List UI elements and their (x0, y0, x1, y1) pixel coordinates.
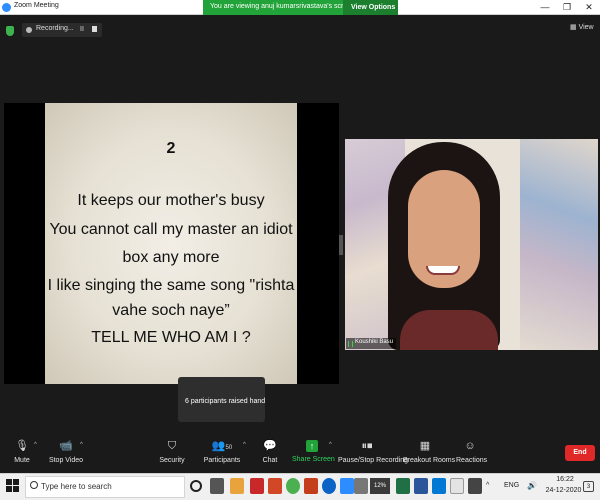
slide-line: vahe soch naye” (112, 302, 230, 319)
taskbar-search-placeholder: Type here to search (41, 482, 112, 491)
pause-stop-recording-button[interactable]: ⏸⏹ Pause/Stop Recording (338, 438, 409, 470)
edge-icon[interactable] (322, 478, 336, 494)
office-icon[interactable] (268, 478, 282, 494)
restore-button[interactable]: ❐ (557, 1, 577, 14)
mute-button[interactable]: 🎙 Mute (8, 438, 36, 470)
zoom-logo-icon (2, 3, 11, 12)
smiley-face-icon: ☺ (464, 440, 476, 452)
raised-hand-tooltip-text: 6 participants raised hand (185, 398, 266, 405)
chat-bubble-icon: 💬 (263, 440, 277, 452)
share-screen-label: Share Screen (292, 456, 335, 463)
window-title: Zoom Meeting (14, 2, 59, 9)
stop-recording-icon[interactable] (92, 26, 97, 32)
pause-stop-icon: ⏸⏹ (361, 440, 373, 452)
grid-view-icon: ▦ (570, 24, 579, 31)
notepad-icon[interactable] (450, 478, 464, 494)
language-indicator[interactable]: ENG (504, 482, 519, 489)
slide-line: box any more (122, 249, 220, 266)
chat-label: Chat (262, 457, 278, 464)
share-screen-arrow-icon: ↑ (306, 440, 318, 452)
mcafee-icon[interactable] (250, 478, 264, 494)
view-button[interactable]: ▦ View (570, 23, 594, 31)
slide-line: You cannot call my master an idiot (49, 221, 293, 238)
slide-line: I like singing the same song "rishta (47, 277, 295, 294)
recording-dot-icon (26, 27, 32, 33)
minimize-button[interactable]: — (535, 1, 555, 14)
search-icon (30, 481, 38, 489)
slide-line: TELL ME WHO AM I ? (91, 329, 251, 346)
powerpoint-icon[interactable] (304, 478, 318, 494)
end-meeting-button[interactable]: End (565, 445, 595, 461)
connection-signal-icon (348, 341, 353, 347)
task-view-icon[interactable] (210, 478, 224, 494)
participant-smile (426, 266, 460, 275)
clock-date[interactable]: 24-12-2020 (541, 487, 586, 494)
close-button[interactable]: ✕ (579, 1, 599, 14)
chat-button[interactable]: 💬 Chat (258, 438, 282, 470)
shield-icon: ⛉ (167, 440, 177, 452)
notifications-icon[interactable]: 3 (583, 481, 594, 492)
security-label: Security (159, 457, 185, 464)
mail-icon[interactable] (432, 478, 446, 494)
wallpaper-right (520, 139, 598, 350)
settings-icon[interactable] (468, 478, 482, 494)
participants-icon: 👥50 (211, 440, 233, 452)
microphone-icon: 🎙 (15, 440, 29, 452)
view-button-label: View (578, 24, 594, 31)
video-options-caret-icon[interactable]: ^ (80, 442, 83, 448)
mute-label: Mute (14, 457, 30, 464)
participants-count: 50 (225, 445, 233, 451)
participants-button[interactable]: 👥50 Participants (200, 438, 244, 470)
viewing-banner-text: You are viewing anuj kumarsrivastava's s… (210, 3, 356, 10)
reactions-label: Reactions (456, 457, 488, 464)
windows-start-icon[interactable] (6, 479, 20, 493)
participant-shirt (400, 310, 498, 350)
volume-icon[interactable]: 🔊 (527, 481, 537, 490)
split-resize-handle[interactable] (339, 235, 343, 255)
view-options-button[interactable]: View Options ⌄ (343, 0, 398, 26)
participants-options-caret-icon[interactable]: ^ (243, 442, 246, 448)
breakout-rooms-grid-icon: ▦ (419, 440, 431, 452)
audio-options-caret-icon[interactable]: ^ (34, 442, 37, 448)
zoom-taskbar-icon[interactable] (340, 478, 354, 494)
reactions-button[interactable]: ☺ Reactions (456, 438, 488, 470)
slide-line: It keeps our mother's busy (77, 192, 265, 209)
pause-recording-icon[interactable]: II (80, 26, 84, 33)
chrome-icon[interactable] (286, 478, 300, 494)
encryption-shield-icon[interactable] (6, 26, 14, 36)
recording-label: Recording... (36, 25, 74, 32)
participant-name: Koushiki Basu (355, 339, 394, 345)
participants-label: Participants (203, 457, 241, 464)
breakout-rooms-label: Breakout Rooms (403, 457, 456, 464)
system-tray-caret-icon[interactable]: ^ (486, 482, 489, 489)
cortana-icon[interactable] (190, 480, 202, 492)
security-button[interactable]: ⛉ Security (156, 438, 188, 470)
clock-time[interactable]: 16:22 (550, 476, 580, 483)
share-screen-button[interactable]: ↑ Share Screen (292, 438, 335, 470)
battery-widget[interactable]: 12% (370, 478, 390, 494)
store-icon[interactable] (354, 478, 368, 494)
excel-icon[interactable] (396, 478, 410, 494)
share-options-caret-icon[interactable]: ^ (329, 442, 332, 448)
slide-number: 2 (166, 140, 176, 157)
file-explorer-icon[interactable] (230, 478, 244, 494)
word-icon[interactable] (414, 478, 428, 494)
pause-stop-recording-label: Pause/Stop Recording (338, 457, 409, 464)
stop-video-label: Stop Video (48, 457, 84, 464)
breakout-rooms-button[interactable]: ▦ Breakout Rooms (403, 438, 456, 470)
